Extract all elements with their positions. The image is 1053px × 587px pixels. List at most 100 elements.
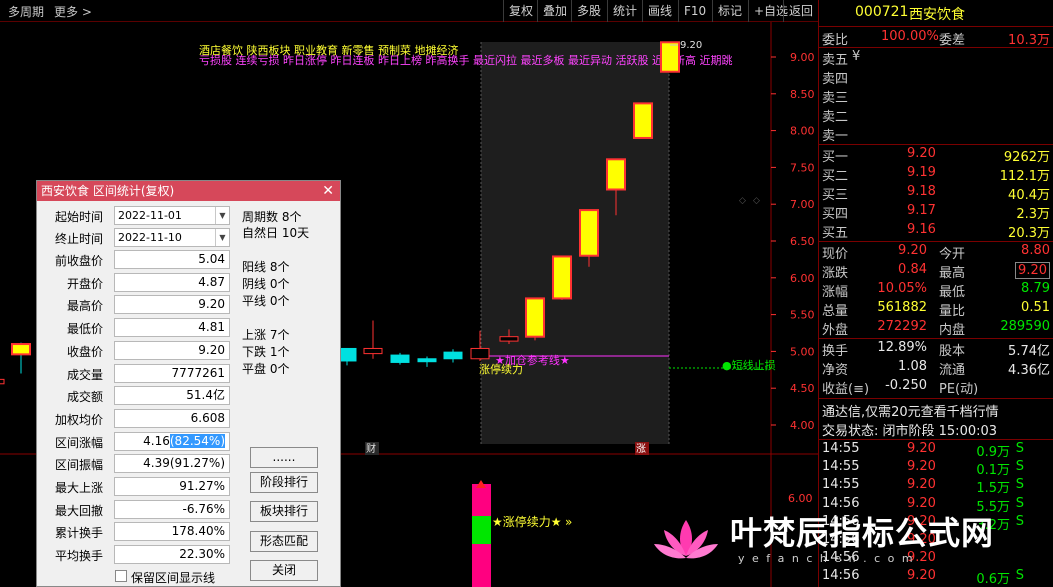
stat-label: 外盘 bbox=[822, 323, 849, 338]
buy-label: 买三 bbox=[822, 188, 849, 203]
fuquan-button[interactable]: 复权 bbox=[503, 0, 538, 22]
more-label: 更多 bbox=[54, 5, 79, 19]
stat-value: 9.20 bbox=[1015, 262, 1050, 279]
field-value[interactable]: 51.4亿 bbox=[114, 386, 230, 406]
stat-value: 8.79 bbox=[1021, 281, 1050, 296]
field-value-text: 9.20 bbox=[198, 342, 225, 357]
sell-label: 卖一 bbox=[822, 129, 849, 144]
back-button[interactable]: 返回 bbox=[783, 0, 818, 22]
pattern-match-button[interactable]: 形态匹配 bbox=[250, 531, 318, 552]
finance-marker[interactable]: 财 bbox=[366, 442, 376, 455]
field-value[interactable]: 178.40% bbox=[114, 522, 230, 542]
field-value-text: -6.76% bbox=[182, 501, 225, 516]
divider bbox=[819, 26, 1053, 27]
field-value[interactable]: 5.04 bbox=[114, 250, 230, 269]
buy-price: 9.18 bbox=[907, 184, 936, 199]
quote-panel: 000721 西安饮食 委比 100.00% 委差 10.3万 卖五 ¥ 卖四 卖三卖… bbox=[818, 0, 1053, 587]
chevron-right-icon: > bbox=[78, 5, 92, 19]
buy-price: 9.20 bbox=[907, 146, 936, 161]
buy-price: 9.19 bbox=[907, 165, 936, 180]
field-value[interactable]: 6.608 bbox=[114, 408, 230, 428]
field-value[interactable]: 4.16(82.54%) bbox=[114, 431, 230, 451]
period-button[interactable]: 多周期 bbox=[8, 3, 44, 20]
draw-line-button[interactable]: 画线 bbox=[642, 0, 677, 22]
buy-price: 9.17 bbox=[907, 203, 936, 218]
diamond-icon-2: ◇ bbox=[753, 196, 760, 206]
f10-button[interactable]: F10 bbox=[678, 0, 711, 22]
promo-row[interactable]: 通达信,仅需20元查看千档行情 bbox=[819, 401, 1053, 420]
stat-label: 最低 bbox=[939, 285, 966, 300]
signal-tags: 亏损股 连续亏损 昨日涨停 昨日连板 昨日上榜 昨高换手 最近闪拉 最近多板 最… bbox=[199, 53, 732, 67]
tick-row: 14:55 9.20 1.5万 S bbox=[819, 477, 1053, 497]
buy-label: 买二 bbox=[822, 169, 849, 184]
candle-body bbox=[499, 336, 519, 342]
field-value[interactable]: 4.87 bbox=[114, 272, 230, 292]
tick-row: 14:55 9.20 0.1万 S bbox=[819, 459, 1053, 479]
candle-body bbox=[11, 343, 31, 356]
candle-body bbox=[552, 255, 572, 300]
close-icon[interactable]: ✕ bbox=[322, 181, 334, 201]
price-tick-label: 7.00 bbox=[790, 198, 815, 211]
candle-body bbox=[0, 378, 5, 385]
buy-volume: 20.3万 bbox=[1008, 226, 1050, 241]
field-label: 前收盘价 bbox=[54, 254, 103, 268]
candle-body bbox=[390, 354, 410, 363]
candle-body bbox=[633, 102, 653, 139]
stat-value: -0.250 bbox=[885, 378, 927, 393]
sub-axis-label: 6.00 bbox=[788, 492, 813, 505]
chevron-down-icon[interactable]: ▼ bbox=[215, 207, 229, 224]
buy-label: 买一 bbox=[822, 150, 849, 165]
field-label: 最大回撤 bbox=[54, 503, 103, 518]
chevron-down-icon[interactable]: ▼ bbox=[215, 229, 229, 246]
tick-volume: 0.1万 bbox=[976, 463, 1010, 479]
field-value[interactable]: 4.39(91.27%) bbox=[114, 454, 230, 474]
divider bbox=[819, 144, 1053, 145]
start-date-picker[interactable]: 2022-11-01 ▼ bbox=[114, 206, 230, 225]
buy-volume: 9262万 bbox=[1003, 150, 1050, 165]
overlay-button[interactable]: 叠加 bbox=[537, 0, 572, 22]
field-value[interactable]: 91.27% bbox=[114, 477, 230, 496]
buy-label: 买四 bbox=[822, 207, 849, 222]
field-label: 收盘价 bbox=[66, 344, 103, 359]
yen-icon: ¥ bbox=[852, 49, 861, 64]
tick-volume: 1.5万 bbox=[976, 481, 1010, 497]
stat-label: 总量 bbox=[822, 304, 849, 319]
field-value[interactable]: -6.76% bbox=[114, 499, 230, 519]
stat-label: 涨跌 bbox=[822, 266, 849, 281]
divider bbox=[819, 47, 1053, 48]
stat-label: 净资 bbox=[822, 363, 849, 378]
multi-stock-button[interactable]: 多股 bbox=[571, 0, 606, 22]
price-tick-label: 8.00 bbox=[790, 125, 815, 138]
field-value[interactable]: 9.20 bbox=[114, 340, 230, 360]
field-value[interactable]: 22.30% bbox=[114, 545, 230, 565]
more-button[interactable]: 更多 > bbox=[54, 3, 92, 20]
dialog-title-bar[interactable]: 西安饮食 区间统计(复权) ✕ bbox=[37, 181, 340, 201]
sell-label: 卖四 bbox=[822, 72, 849, 87]
field-value[interactable]: 4.81 bbox=[114, 318, 230, 338]
field-label: 平均换手 bbox=[54, 549, 103, 564]
field-value[interactable]: 7777261 bbox=[114, 363, 230, 383]
stat-label: 今开 bbox=[939, 247, 966, 262]
limit-marker[interactable]: 涨 bbox=[636, 443, 646, 455]
stat-label: 最高 bbox=[939, 266, 966, 281]
divider bbox=[819, 338, 1053, 339]
stat-label: 换手 bbox=[822, 344, 849, 359]
field-label: 最大上涨 bbox=[54, 481, 103, 495]
end-date-picker[interactable]: 2022-11-10 ▼ bbox=[114, 228, 230, 247]
field-value-text: 5.04 bbox=[198, 252, 225, 266]
buy-row: 买二 9.19 112.1万 bbox=[819, 165, 1053, 184]
close-button[interactable]: 关闭 bbox=[250, 560, 318, 581]
mark-button[interactable]: 标记 bbox=[712, 0, 747, 22]
top-toolbar: 多周期 更多 > 复权 叠加 多股 统计 画线 F10 标记 +自选 返回 bbox=[0, 0, 818, 22]
sector-rank-button[interactable]: 板块排行 bbox=[250, 501, 318, 522]
stat-label: PE(动) bbox=[939, 382, 979, 397]
statistics-button[interactable]: 统计 bbox=[607, 0, 642, 22]
candle-body bbox=[525, 297, 545, 338]
field-value[interactable]: 9.20 bbox=[114, 295, 230, 315]
more-options-button[interactable]: ...... bbox=[250, 447, 318, 468]
keep-range-checkbox[interactable] bbox=[115, 570, 127, 582]
sell-label: 卖三 bbox=[822, 91, 849, 106]
stat-row: 换手 12.89% 股本 5.74亿 bbox=[819, 340, 1053, 359]
stage-rank-button[interactable]: 阶段排行 bbox=[250, 472, 318, 493]
buy-row: 买四 9.17 2.3万 bbox=[819, 203, 1053, 222]
